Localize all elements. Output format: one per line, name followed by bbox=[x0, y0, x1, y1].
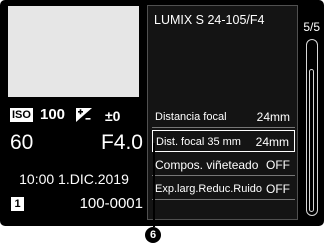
iso-badge: ISO bbox=[10, 108, 33, 122]
exposure-compensation-icon bbox=[76, 108, 92, 122]
menu-row-focal-length[interactable]: Distancia focal 24mm bbox=[152, 106, 295, 128]
iso-ev-row: ISO 100 ±0 bbox=[5, 106, 143, 126]
file-row: 1 100-0001 bbox=[5, 192, 143, 216]
exposure-row: 60 F4.0 bbox=[5, 128, 143, 158]
menu-row-value: 24mm bbox=[256, 110, 290, 124]
scrollbar[interactable] bbox=[306, 39, 318, 216]
file-number: 100-0001 bbox=[79, 195, 143, 212]
scrollbar-thumb[interactable] bbox=[309, 69, 314, 212]
camera-screen: ISO 100 ±0 60 F4.0 10:00 1.DIC.2019 1 10… bbox=[0, 0, 324, 226]
menu-row-vignetting[interactable]: Compos. viñeteado OFF bbox=[152, 154, 295, 176]
exposure-value: ±0 bbox=[105, 108, 121, 124]
aperture-value: F4.0 bbox=[100, 131, 143, 154]
playback-info-panel: ISO 100 ±0 60 F4.0 10:00 1.DIC.2019 1 10… bbox=[5, 4, 143, 222]
shutter-speed: 60 bbox=[10, 131, 34, 154]
menu-row-label: Compos. viñeteado bbox=[155, 158, 259, 172]
image-thumbnail bbox=[8, 6, 139, 97]
folder-badge: 1 bbox=[11, 197, 24, 211]
menu-row-value: OFF bbox=[266, 182, 290, 196]
callout-leader-line bbox=[153, 143, 155, 227]
lens-name: LUMIX S 24-105/F4 bbox=[154, 13, 265, 27]
date-time: 10:00 1.DIC.2019 bbox=[19, 171, 129, 187]
iso-value: 100 bbox=[40, 106, 66, 123]
menu-row-label: Distancia focal bbox=[155, 111, 227, 123]
menu-row-value: 24mm bbox=[255, 135, 289, 149]
menu-row-long-exposure-nr[interactable]: Exp.larg.Reduc.Ruido OFF bbox=[152, 178, 295, 200]
menu-row-focal-35mm[interactable]: Dist. focal 35 mm 24mm bbox=[152, 130, 295, 152]
page-indicator: 5/5 bbox=[303, 20, 320, 34]
menu-row-value: OFF bbox=[266, 158, 290, 172]
lens-info-panel: LUMIX S 24-105/F4 Distancia focal 24mm D… bbox=[147, 5, 298, 220]
callout-number: 6 bbox=[145, 227, 161, 243]
menu-row-label: Dist. focal 35 mm bbox=[156, 136, 241, 148]
menu-row-label: Exp.larg.Reduc.Ruido bbox=[155, 183, 263, 195]
